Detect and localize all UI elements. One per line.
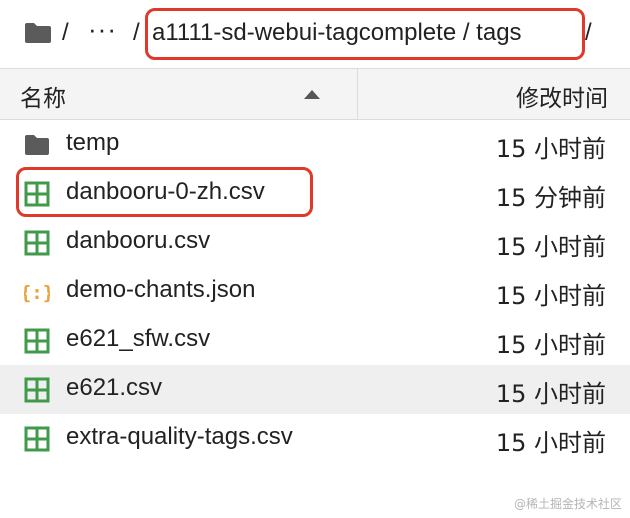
highlight-box-path bbox=[145, 8, 585, 60]
breadcrumb-ellipsis[interactable]: ··· bbox=[88, 12, 117, 46]
file-modified-time: 15 小时前 bbox=[495, 135, 606, 163]
folder-icon bbox=[25, 135, 49, 155]
breadcrumb-separator: / bbox=[62, 19, 69, 46]
file-modified-time: 15 小时前 bbox=[495, 233, 606, 261]
breadcrumb: / ··· / a1111-sd-webui-tagcomplete / tag… bbox=[0, 0, 630, 66]
column-header: 名称 修改时间 bbox=[0, 68, 630, 120]
file-name: demo-chants.json bbox=[66, 276, 256, 303]
svg-text:{:}: {:} bbox=[24, 282, 50, 304]
file-row[interactable]: danbooru-0-zh.csv 15 分钟前 bbox=[0, 167, 630, 218]
file-row[interactable]: extra-quality-tags.csv 15 小时前 bbox=[0, 414, 630, 463]
column-name-header[interactable]: 名称 bbox=[20, 79, 66, 113]
file-row[interactable]: danbooru.csv 15 小时前 bbox=[0, 218, 630, 267]
file-modified-time: 15 分钟前 bbox=[495, 184, 606, 212]
file-name: danbooru.csv bbox=[66, 227, 211, 254]
column-divider[interactable] bbox=[357, 69, 358, 119]
folder-icon[interactable] bbox=[24, 22, 52, 44]
sort-ascending-icon[interactable] bbox=[304, 90, 320, 99]
column-modified-header[interactable]: 修改时间 bbox=[516, 79, 608, 113]
file-row-selected[interactable]: e621.csv 15 小时前 bbox=[0, 365, 630, 414]
file-modified-time: 15 小时前 bbox=[495, 282, 606, 310]
file-name: temp bbox=[66, 129, 120, 156]
breadcrumb-separator: / bbox=[585, 19, 592, 46]
json-braces-icon: {:} bbox=[24, 282, 50, 304]
csv-grid-icon bbox=[24, 426, 50, 452]
csv-grid-icon bbox=[24, 328, 50, 354]
highlight-box-file bbox=[16, 167, 313, 217]
file-row[interactable]: {:} demo-chants.json 15 小时前 bbox=[0, 267, 630, 316]
file-modified-time: 15 小时前 bbox=[495, 429, 606, 457]
file-name: e621_sfw.csv bbox=[66, 325, 211, 352]
file-name: extra-quality-tags.csv bbox=[66, 423, 293, 450]
file-modified-time: 15 小时前 bbox=[495, 331, 606, 359]
file-row[interactable]: e621_sfw.csv 15 小时前 bbox=[0, 316, 630, 365]
file-modified-time: 15 小时前 bbox=[495, 380, 606, 408]
csv-grid-icon bbox=[24, 230, 50, 256]
watermark: @稀土掘金技术社区 bbox=[513, 497, 622, 511]
file-row[interactable]: temp 15 小时前 bbox=[0, 120, 630, 169]
breadcrumb-separator: / bbox=[133, 19, 140, 46]
csv-grid-icon bbox=[24, 377, 50, 403]
file-name: e621.csv bbox=[66, 374, 163, 401]
